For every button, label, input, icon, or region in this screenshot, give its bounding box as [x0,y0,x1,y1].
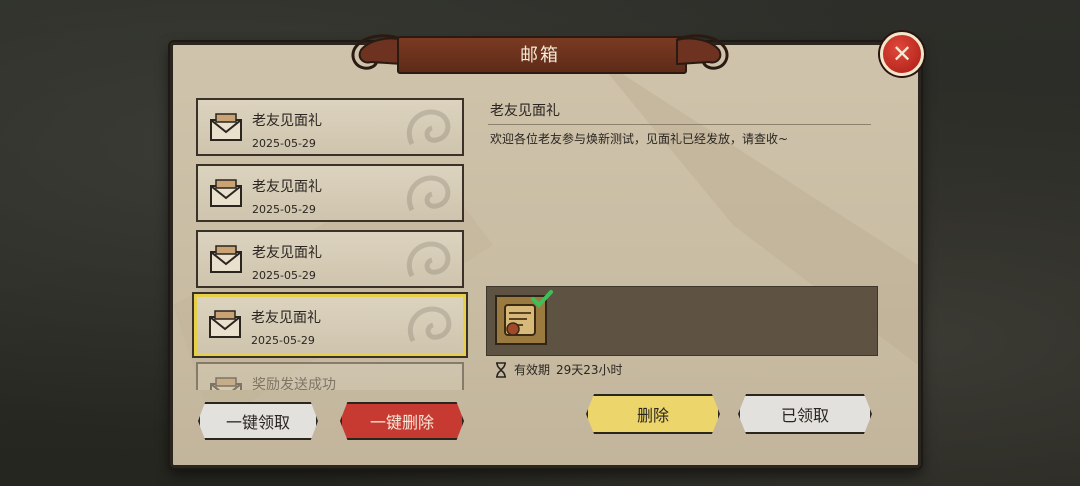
mail-title: 老友见面礼 [252,113,322,129]
mail-title: 老友见面礼 [252,179,322,195]
mail-date: 2025-05-29 [252,269,316,282]
mail-date: 2025-05-29 [252,203,316,216]
mail-item[interactable]: 奖励发送成功 [196,362,464,390]
delete-all-button[interactable]: 一键删除 [340,402,464,440]
mail-date: 2025-05-29 [251,334,315,347]
swirl-decoration [406,109,451,146]
mail-title: 老友见面礼 [252,245,322,261]
delete-button[interactable]: 删除 [586,394,720,434]
validity-value: 29天23小时 [556,363,623,377]
envelope-icon [209,310,241,338]
mail-date: 2025-05-29 [252,137,316,150]
mail-item[interactable]: 老友见面礼 2025-05-29 [196,230,464,288]
detail-title: 老友见面礼 [490,103,560,119]
detail-divider [488,124,871,125]
claim-all-button[interactable]: 一键领取 [198,402,318,440]
claimed-button[interactable]: 已领取 [738,394,872,434]
close-icon: ✕ [891,40,913,68]
envelope-icon [210,377,242,390]
title-banner: 邮箱 [345,28,735,80]
reward-strip [486,286,878,356]
hourglass-icon [496,361,506,378]
close-button[interactable]: ✕ [880,32,924,76]
swirl-decoration [406,175,451,212]
validity-row: 有效期 29天23小时 [494,361,623,378]
mail-title: 奖励发送成功 [252,377,336,390]
validity-label: 有效期 [514,363,551,377]
mail-title: 老友见面礼 [251,310,321,326]
envelope-icon [210,245,242,273]
reward-item[interactable] [495,290,553,345]
check-icon [531,290,553,308]
envelope-icon [210,113,242,141]
swirl-decoration [407,306,452,343]
mail-list[interactable]: 老友见面礼 2025-05-29 老友见面礼 2025-05-29 老友见面礼 … [192,96,468,390]
mail-item-selected[interactable]: 老友见面礼 2025-05-29 [194,294,466,356]
detail-body: 欢迎各位老友参与焕新测试，见面礼已经发放，请查收~ [490,132,789,146]
banner-scroll-right [676,34,729,70]
swirl-decoration [406,241,451,278]
mail-item[interactable]: 老友见面礼 2025-05-29 [196,164,464,222]
envelope-icon [210,179,242,207]
mail-item[interactable]: 老友见面礼 2025-05-29 [196,98,464,156]
